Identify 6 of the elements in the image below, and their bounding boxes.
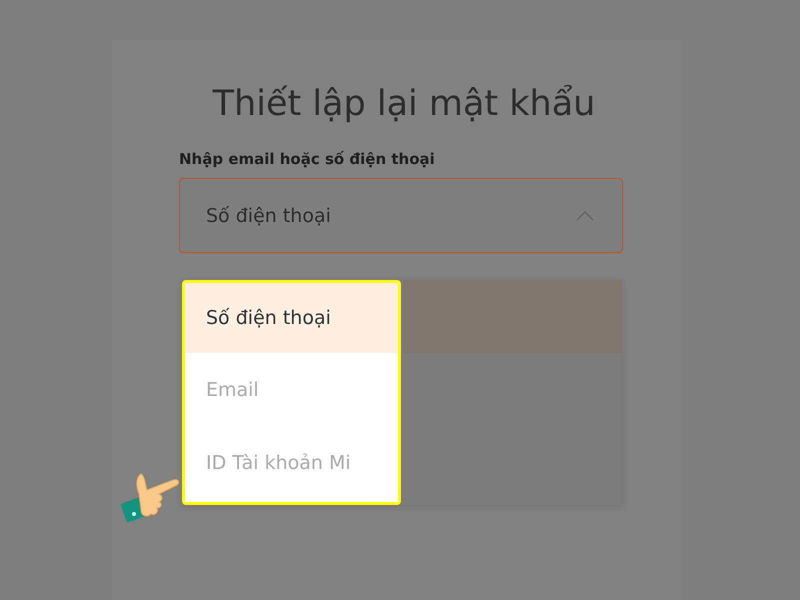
field-label: Nhập email hoặc số điện thoại [179,150,436,168]
select-field[interactable]: Số điện thoại [179,178,623,253]
select-value: Số điện thoại [206,204,331,226]
page-title: Thiết lập lại mật khẩu [212,83,596,124]
caret-icon [576,210,594,220]
dropdown-option[interactable]: Số điện thoại [185,283,398,353]
